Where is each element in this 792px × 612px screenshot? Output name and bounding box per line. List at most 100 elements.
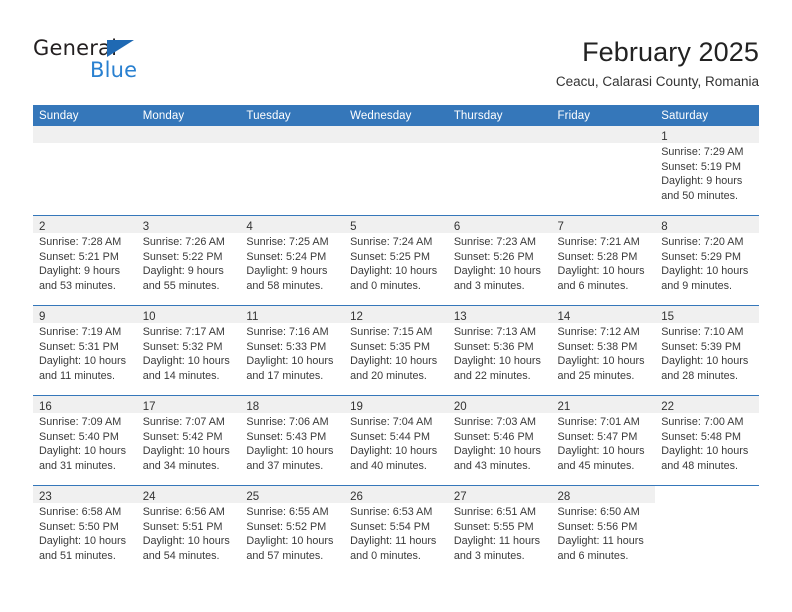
weekday-header-wednesday: Wednesday: [344, 105, 448, 126]
daylight-text-line1: Daylight: 11 hours: [453, 535, 541, 548]
day-cell-inner: 20 Sunrise: 7:03 AM Sunset: 5:46 PM Dayligh…: [447, 396, 552, 485]
day-number: 10: [142, 311, 156, 323]
calendar-body: 1 Sunrise: 7:29 AM Sunset: 5:19 PM Daylight…: [33, 126, 759, 575]
daylight-text-line2: and 50 minutes.: [661, 189, 739, 202]
calendar-day-cell[interactable]: 6 Sunrise: 7:23 AM Sunset: 5:26 PM Daylight…: [447, 215, 552, 306]
day-cell-inner: 13 Sunrise: 7:13 AM Sunset: 5:36 PM Dayligh…: [447, 306, 552, 395]
day-cell-inner: 16 Sunrise: 7:09 AM Sunset: 5:40 PM Dayligh…: [33, 396, 137, 485]
daylight-text-line1: Daylight: 10 hours: [557, 265, 645, 278]
calendar-day-cell[interactable]: 27 Sunrise: 6:51 AM Sunset: 5:55 PM Dayligh…: [447, 485, 552, 575]
calendar-day-cell[interactable]: 7 Sunrise: 7:21 AM Sunset: 5:28 PM Daylight…: [551, 215, 656, 306]
sunrise-text: Sunrise: 7:12 AM: [557, 326, 640, 338]
calendar-day-cell[interactable]: 22 Sunrise: 7:00 AM Sunset: 5:48 PM Dayligh…: [655, 395, 759, 486]
day-number-band: 3: [136, 216, 241, 233]
daylight-text-line2: and 55 minutes.: [142, 279, 220, 292]
sunset-text: Sunset: 5:52 PM: [246, 520, 327, 533]
daylight-text-line1: Daylight: 11 hours: [557, 535, 644, 548]
day-number-band: 26: [344, 486, 448, 503]
general-blue-logo: General Blue: [33, 38, 213, 86]
day-number: 3: [142, 221, 150, 233]
daylight-text-line1: Daylight: 10 hours: [246, 355, 334, 368]
day-cell-details: Sunrise: 7:03 AM Sunset: 5:46 PM Daylight:…: [448, 413, 552, 473]
day-cell-details: Sunrise: 7:06 AM Sunset: 5:43 PM Daylight:…: [240, 413, 344, 473]
calendar-day-cell[interactable]: 20 Sunrise: 7:03 AM Sunset: 5:46 PM Dayligh…: [447, 395, 552, 486]
calendar-day-cell[interactable]: 10 Sunrise: 7:17 AM Sunset: 5:32 PM Dayligh…: [136, 305, 241, 396]
daylight-text-line2: and 9 minutes.: [661, 279, 733, 292]
day-cell-inner: [136, 126, 241, 215]
calendar-day-cell[interactable]: 14 Sunrise: 7:12 AM Sunset: 5:38 PM Dayligh…: [551, 305, 656, 396]
sunrise-text: Sunrise: 6:56 AM: [142, 506, 225, 518]
calendar-day-cell[interactable]: 2 Sunrise: 7:28 AM Sunset: 5:21 PM Daylight…: [33, 215, 137, 306]
calendar-day-cell[interactable]: 12 Sunrise: 7:15 AM Sunset: 5:35 PM Dayligh…: [344, 305, 448, 396]
calendar-day-cell[interactable]: 26 Sunrise: 6:53 AM Sunset: 5:54 PM Dayligh…: [344, 485, 448, 575]
calendar-day-cell[interactable]: 5 Sunrise: 7:24 AM Sunset: 5:25 PM Daylight…: [344, 215, 448, 306]
calendar-day-cell[interactable]: 11 Sunrise: 7:16 AM Sunset: 5:33 PM Dayligh…: [240, 305, 345, 396]
day-cell-details: Sunrise: 7:13 AM Sunset: 5:36 PM Daylight:…: [448, 323, 552, 383]
day-number: 16: [39, 401, 52, 413]
sunset-text: Sunset: 5:25 PM: [350, 250, 430, 263]
day-number: 26: [350, 491, 363, 503]
day-number-band: 11: [240, 306, 345, 323]
sunset-text: Sunset: 5:40 PM: [39, 430, 119, 443]
title-block: February 2025 Ceacu, Calarasi County, Ro…: [556, 36, 759, 90]
calendar-day-cell[interactable]: 24 Sunrise: 6:56 AM Sunset: 5:51 PM Dayligh…: [136, 485, 241, 575]
calendar-day-cell[interactable]: 21 Sunrise: 7:01 AM Sunset: 5:47 PM Dayligh…: [551, 395, 656, 486]
calendar-day-cell[interactable]: 4 Sunrise: 7:25 AM Sunset: 5:24 PM Daylight…: [240, 215, 345, 306]
day-number-band: [551, 126, 656, 143]
day-number-band: 12: [344, 306, 448, 323]
day-number: 24: [142, 491, 156, 503]
day-cell-details: Sunrise: 7:15 AM Sunset: 5:35 PM Daylight:…: [344, 323, 448, 383]
sunrise-text: Sunrise: 7:06 AM: [246, 416, 329, 428]
weekday-header-monday: Monday: [136, 105, 241, 126]
sunrise-text: Sunrise: 7:13 AM: [453, 326, 537, 338]
weekday-header-saturday: Saturday: [655, 105, 759, 126]
sunrise-text: Sunrise: 6:51 AM: [453, 506, 537, 518]
day-number: 23: [39, 491, 52, 503]
calendar-day-cell[interactable]: 3 Sunrise: 7:26 AM Sunset: 5:22 PM Daylight…: [136, 215, 241, 306]
sunrise-text: Sunrise: 7:19 AM: [39, 326, 122, 338]
calendar-day-cell[interactable]: 17 Sunrise: 7:07 AM Sunset: 5:42 PM Dayligh…: [136, 395, 241, 486]
day-cell-details: Sunrise: 6:53 AM Sunset: 5:54 PM Daylight:…: [344, 503, 448, 563]
sunset-text: Sunset: 5:43 PM: [246, 430, 327, 443]
day-number: 4: [246, 221, 253, 233]
day-number-band: 8: [655, 216, 759, 233]
sunrise-text: Sunrise: 7:26 AM: [142, 236, 225, 248]
sunset-text: Sunset: 5:48 PM: [661, 430, 742, 443]
sunrise-text: Sunrise: 6:53 AM: [350, 506, 433, 518]
day-cell-inner: 17 Sunrise: 7:07 AM Sunset: 5:42 PM Dayligh…: [136, 396, 241, 485]
day-number-band: 16: [33, 396, 137, 413]
day-number: 1: [661, 131, 668, 143]
sunset-text: Sunset: 5:50 PM: [39, 520, 119, 533]
calendar-day-cell-empty: [344, 126, 448, 216]
calendar-day-cell[interactable]: 23 Sunrise: 6:58 AM Sunset: 5:50 PM Dayligh…: [33, 485, 137, 575]
calendar-day-cell[interactable]: 18 Sunrise: 7:06 AM Sunset: 5:43 PM Dayligh…: [240, 395, 345, 486]
calendar-day-cell[interactable]: 25 Sunrise: 6:55 AM Sunset: 5:52 PM Dayligh…: [240, 485, 345, 575]
sunset-text: Sunset: 5:19 PM: [661, 160, 742, 173]
calendar-day-cell[interactable]: 13 Sunrise: 7:13 AM Sunset: 5:36 PM Dayligh…: [447, 305, 552, 396]
day-number: 28: [557, 491, 571, 503]
day-number: 6: [453, 221, 461, 233]
day-cell-details: Sunrise: 7:04 AM Sunset: 5:44 PM Daylight:…: [344, 413, 448, 473]
day-cell-inner: 5 Sunrise: 7:24 AM Sunset: 5:25 PM Daylight…: [344, 216, 448, 305]
calendar-day-cell[interactable]: 16 Sunrise: 7:09 AM Sunset: 5:40 PM Dayligh…: [33, 395, 137, 486]
sunrise-text: Sunrise: 6:58 AM: [39, 506, 122, 518]
calendar-day-cell[interactable]: 8 Sunrise: 7:20 AM Sunset: 5:29 PM Daylight…: [655, 215, 759, 306]
sunrise-text: Sunrise: 7:21 AM: [557, 236, 640, 248]
day-cell-details: Sunrise: 7:19 AM Sunset: 5:31 PM Daylight:…: [33, 323, 137, 383]
day-cell-inner: 23 Sunrise: 6:58 AM Sunset: 5:50 PM Dayligh…: [33, 486, 137, 575]
calendar-day-cell[interactable]: 19 Sunrise: 7:04 AM Sunset: 5:44 PM Dayligh…: [344, 395, 448, 486]
day-number-band: 27: [447, 486, 552, 503]
day-number-band: 4: [240, 216, 345, 233]
day-cell-inner: 15 Sunrise: 7:10 AM Sunset: 5:39 PM Dayligh…: [655, 306, 759, 395]
calendar-day-cell[interactable]: 9 Sunrise: 7:19 AM Sunset: 5:31 PM Daylight…: [33, 305, 137, 396]
day-cell-inner: 6 Sunrise: 7:23 AM Sunset: 5:26 PM Daylight…: [447, 216, 552, 305]
day-cell-details: Sunrise: 6:56 AM Sunset: 5:51 PM Daylight:…: [137, 503, 241, 563]
calendar-day-cell[interactable]: 28 Sunrise: 6:50 AM Sunset: 5:56 PM Dayligh…: [551, 485, 656, 575]
daylight-text-line2: and 45 minutes.: [557, 459, 635, 472]
sunset-text: Sunset: 5:47 PM: [557, 430, 638, 443]
calendar-day-cell[interactable]: 1 Sunrise: 7:29 AM Sunset: 5:19 PM Daylight…: [655, 126, 759, 216]
day-number-band: 25: [240, 486, 345, 503]
day-cell-details: Sunrise: 7:28 AM Sunset: 5:21 PM Daylight:…: [33, 233, 137, 293]
calendar-day-cell[interactable]: 15 Sunrise: 7:10 AM Sunset: 5:39 PM Dayligh…: [655, 305, 759, 396]
sunrise-text: Sunrise: 7:00 AM: [661, 416, 744, 428]
